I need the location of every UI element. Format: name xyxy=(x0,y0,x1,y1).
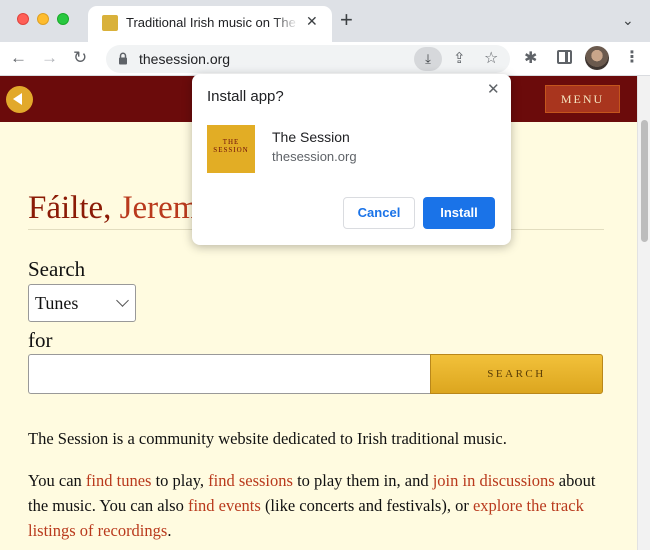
app-origin: thesession.org xyxy=(272,149,357,164)
address-bar[interactable]: thesession.org ⤓ ⇪ ☆ xyxy=(106,45,510,73)
find-sessions-link[interactable]: find sessions xyxy=(208,471,293,490)
bookmark-star-icon[interactable]: ☆ xyxy=(484,48,498,68)
url-text: thesession.org xyxy=(139,51,231,67)
para-text: to play them in, and xyxy=(292,471,433,490)
para-text: (like concerts and festivals), or xyxy=(260,496,473,515)
session-favicon-icon xyxy=(102,15,118,31)
join-discussions-link[interactable]: join in discussions xyxy=(433,471,555,490)
para-text: . xyxy=(167,521,172,540)
close-icon[interactable]: ✕ xyxy=(487,80,500,98)
welcome-prefix: Fáilte, xyxy=(28,190,120,226)
tab-search-icon[interactable]: ⌄ xyxy=(622,12,634,29)
side-panel-icon[interactable] xyxy=(557,50,572,64)
forward-icon[interactable]: → xyxy=(41,48,58,68)
description-paragraph: You can find tunes to play, find session… xyxy=(28,468,608,543)
search-input[interactable] xyxy=(28,354,431,394)
search-label: Search xyxy=(28,257,86,281)
search-type-select[interactable]: Tunes xyxy=(28,284,136,322)
window-close-button[interactable] xyxy=(17,13,29,25)
window-minimize-button[interactable] xyxy=(37,13,49,25)
back-arrow-icon[interactable] xyxy=(6,86,33,113)
extensions-puzzle-icon[interactable]: ✱ xyxy=(524,48,537,68)
install-app-icon[interactable]: ⤓ xyxy=(414,47,442,71)
browser-toolbar: ← → ↻ thesession.org ⤓ ⇪ ☆ ✱ ⋮ xyxy=(0,42,650,76)
back-icon[interactable]: ← xyxy=(10,48,27,68)
browser-tab[interactable]: Traditional Irish music on The Session ✕ xyxy=(88,6,332,42)
tab-title: Traditional Irish music on The Session xyxy=(126,15,298,30)
find-events-link[interactable]: find events xyxy=(188,496,261,515)
scrollbar-thumb[interactable] xyxy=(641,120,648,242)
search-button[interactable]: SEARCH xyxy=(430,354,603,394)
chevron-down-icon xyxy=(116,294,129,307)
menu-button[interactable]: MENU xyxy=(545,85,620,113)
install-button[interactable]: Install xyxy=(423,197,495,229)
tab-close-icon[interactable]: ✕ xyxy=(306,13,318,30)
welcome-heading: Fáilte, Jeremy xyxy=(28,190,215,227)
search-type-value: Tunes xyxy=(35,293,79,313)
page-scrollbar[interactable] xyxy=(637,76,650,550)
new-tab-icon[interactable]: + xyxy=(340,9,353,31)
para-text: to play, xyxy=(151,471,209,490)
share-icon[interactable]: ⇪ xyxy=(453,49,466,67)
profile-avatar[interactable] xyxy=(585,46,609,70)
install-app-dialog: Install app? ✕ THE SESSION The Session t… xyxy=(192,74,511,245)
logo-the: THE xyxy=(222,138,240,146)
lock-icon[interactable] xyxy=(118,52,128,65)
para-text: You can xyxy=(28,471,86,490)
dialog-title: Install app? xyxy=(207,88,284,105)
app-logo-icon: THE SESSION xyxy=(207,125,255,173)
intro-paragraph: The Session is a community website dedic… xyxy=(28,429,507,448)
reload-icon[interactable]: ↻ xyxy=(73,48,87,68)
app-name: The Session xyxy=(272,129,350,145)
for-label: for xyxy=(28,328,53,352)
find-tunes-link[interactable]: find tunes xyxy=(86,471,152,490)
app-logo-text: THE SESSION xyxy=(207,138,255,154)
browser-menu-icon[interactable]: ⋮ xyxy=(624,47,640,67)
logo-session: SESSION xyxy=(213,146,249,154)
cancel-button[interactable]: Cancel xyxy=(343,197,415,229)
tab-strip: Traditional Irish music on The Session ✕… xyxy=(0,0,650,42)
window-zoom-button[interactable] xyxy=(57,13,69,25)
